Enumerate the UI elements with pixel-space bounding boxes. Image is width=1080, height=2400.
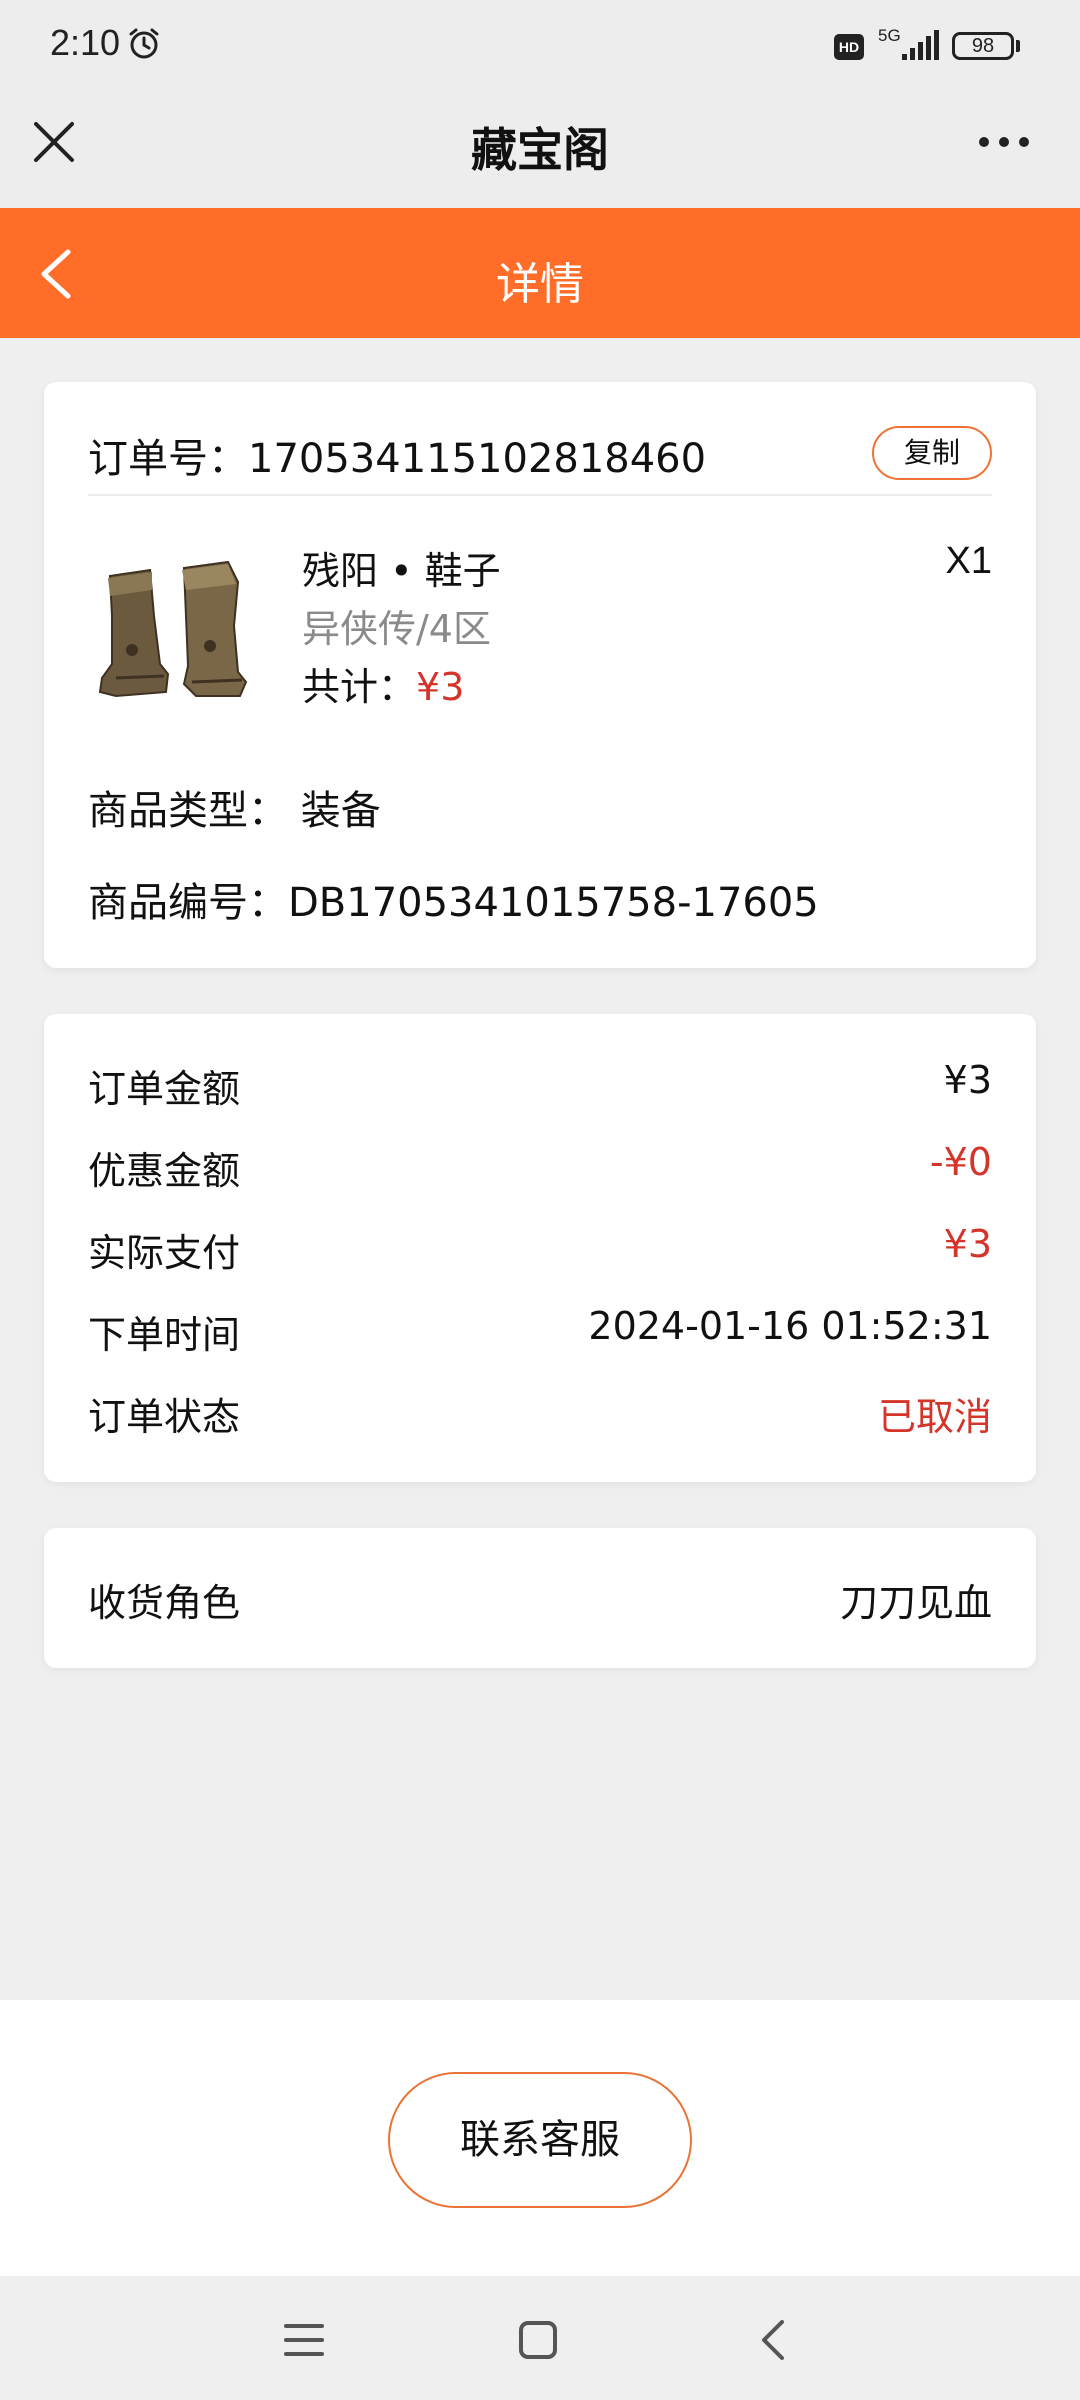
home-icon[interactable] [516,2318,560,2362]
order-status: 已取消 [877,1395,992,1439]
divider [88,494,992,496]
product-name: 残阳 • 鞋子 [302,549,501,593]
copy-button[interactable]: 复制 [872,426,992,480]
app-title: 藏宝阁 [471,123,609,177]
more-icon[interactable] [976,130,1032,154]
summary-row: 优惠金额 -¥0 [88,1140,992,1200]
contact-service-button[interactable]: 联系客服 [388,2072,692,2208]
receiver-card: 收货角色 刀刀见血 [44,1528,1036,1668]
summary-value: -¥0 [929,1140,992,1184]
receiver-label: 收货角色 [88,1581,241,1625]
nav-bar: 详情 [0,208,1080,338]
summary-row: 订单状态 已取消 [88,1386,992,1446]
battery-icon: 98 [952,32,1014,60]
app-header: 藏宝阁 [0,92,1080,208]
summary-row: 订单金额 ¥3 [88,1058,992,1118]
system-nav-bar [0,2276,1080,2400]
summary-label: 订单金额 [88,1067,241,1111]
summary-label: 订单状态 [88,1395,241,1439]
product-image [98,560,248,698]
total-label: 共计： [302,665,417,709]
nav-back-icon[interactable] [752,2318,796,2362]
alarm-icon [129,28,159,59]
summary-row: 实际支付 ¥3 [88,1222,992,1282]
status-bar: 2:10 HD 5G 98 [0,0,1080,92]
product-server: 异侠传/4区 [302,607,491,651]
menu-icon[interactable] [282,2318,326,2362]
summary-label: 优惠金额 [88,1149,241,1193]
product-quantity: X1 [945,540,992,582]
bottom-bar: 联系客服 [0,2000,1080,2276]
summary-card: 订单金额 ¥3 优惠金额 -¥0 实际支付 ¥3 下单时间 2024-01-16… [44,1014,1036,1482]
order-card: 订单号：170534115102818460 复制 残阳 • 鞋子 X1 异侠传… [44,382,1036,968]
receiver-value: 刀刀见血 [839,1581,992,1625]
summary-label: 下单时间 [88,1313,241,1357]
summary-value: ¥3 [943,1058,992,1102]
product-total: 共计：¥3 [302,656,464,711]
signal-icon [902,30,939,60]
battery-tip [1016,40,1020,52]
item-type: 商品类型： 装备 [88,788,381,834]
network-type: 5G [878,26,901,45]
summary-value: ¥3 [943,1222,992,1266]
status-time: 2:10 [50,22,121,63]
total-price: ¥3 [416,665,465,709]
summary-value: 2024-01-16 01:52:31 [588,1304,992,1348]
order-number: 订单号：170534115102818460 [88,436,707,482]
hd-icon: HD [834,34,864,60]
item-number: 商品编号：DB1705341015758-17605 [88,880,819,926]
summary-row: 下单时间 2024-01-16 01:52:31 [88,1304,992,1364]
receiver-row: 收货角色 刀刀见血 [88,1572,992,1632]
page-title: 详情 [496,259,584,310]
summary-label: 实际支付 [88,1231,241,1275]
